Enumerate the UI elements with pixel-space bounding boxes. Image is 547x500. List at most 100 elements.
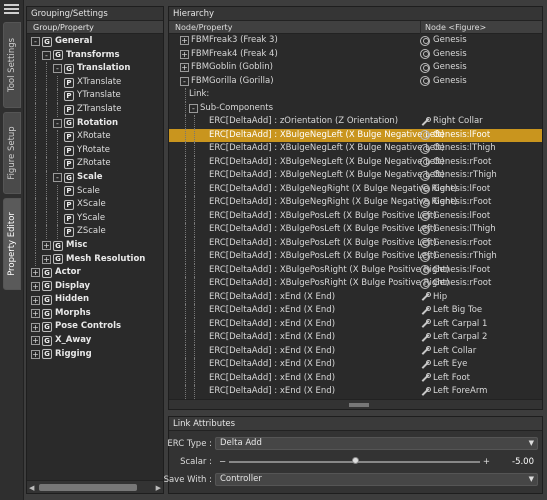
group-property-column-header[interactable]: Group/Property	[27, 21, 163, 34]
hierarchy-row[interactable]: + FBMGoblin (Goblin) Genesis	[169, 61, 542, 75]
bone-icon	[420, 319, 431, 329]
hierarchy-row[interactable]: - Sub-Components	[169, 101, 542, 115]
collapse-icon[interactable]: -	[180, 76, 189, 86]
expand-icon[interactable]: +	[31, 295, 40, 305]
collapse-icon[interactable]: -	[31, 37, 40, 47]
tree-group-item[interactable]: - G General	[27, 35, 163, 49]
hierarchy-row[interactable]: ERC[DeltaAdd] : xEnd (X End) Left Big Toe	[169, 304, 542, 318]
hierarchy-row[interactable]: ERC[DeltaAdd] : xEnd (X End) Left Eye	[169, 358, 542, 372]
tree-group-item[interactable]: + G Pose Controls	[27, 320, 163, 334]
tree-property-item[interactable]: P XRotate	[27, 130, 163, 144]
erc-type-dropdown[interactable]: Delta Add ▼	[215, 437, 538, 450]
tree-property-item[interactable]: P Scale	[27, 184, 163, 199]
hierarchy-row[interactable]: ERC[DeltaAdd] : xEnd (X End) Left Carpal …	[169, 331, 542, 345]
expand-icon[interactable]: +	[42, 241, 51, 251]
expand-icon[interactable]: +	[31, 281, 40, 291]
hierarchy-row[interactable]: ERC[DeltaAdd] : XBulgeNegRight (X Bulge …	[169, 196, 542, 210]
node-property-label: Link:	[189, 89, 210, 99]
panel-menu-icon[interactable]	[4, 4, 19, 16]
expand-icon[interactable]: +	[31, 309, 40, 319]
slider-increment-icon[interactable]: +	[483, 455, 490, 469]
tab-tool-settings[interactable]: Tool Settings	[3, 22, 21, 108]
tree-group-item[interactable]: + G Hidden	[27, 293, 163, 307]
tree-property-item[interactable]: P ZScale	[27, 225, 163, 239]
hierarchy-row[interactable]: ERC[DeltaAdd] : xEnd (X End) Hip	[169, 290, 542, 304]
bone-icon	[420, 116, 431, 127]
tree-group-item[interactable]: - G Rotation	[27, 116, 163, 131]
tree-group-item[interactable]: - G Translation	[27, 62, 163, 76]
hierarchy-row[interactable]: ERC[DeltaAdd] : XBulgePosRight (X Bulge …	[169, 277, 542, 291]
node-figure-column-header[interactable]: Node <Figure>	[420, 21, 544, 34]
splitter-handle[interactable]	[349, 403, 369, 407]
property-icon: P	[64, 186, 74, 197]
tree-property-item[interactable]: P YTranslate	[27, 89, 163, 103]
collapse-icon[interactable]: -	[42, 50, 51, 60]
tree-group-item[interactable]: + G Morphs	[27, 307, 163, 321]
hierarchy-row[interactable]: ERC[DeltaAdd] : xEnd (X End) Left Carpal …	[169, 317, 542, 331]
scroll-right-icon[interactable]: ▶	[156, 484, 161, 492]
scalar-slider[interactable]: − + -5.00	[215, 455, 538, 468]
hierarchy-row[interactable]: ERC[DeltaAdd] : XBulgeNegRight (X Bulge …	[169, 182, 542, 196]
tree-group-item[interactable]: + G X_Away	[27, 334, 163, 348]
tree-group-item[interactable]: + G Rigging	[27, 348, 163, 362]
hierarchy-row[interactable]: - FBMGorilla (Gorilla) Genesis	[169, 75, 542, 89]
tree-group-item[interactable]: + G Misc	[27, 238, 163, 253]
hierarchy-row[interactable]: + FBMFreak3 (Freak 3) Genesis	[169, 34, 542, 48]
hierarchy-row[interactable]: ERC[DeltaAdd] : XBulgePosLeft (X Bulge P…	[169, 236, 542, 250]
tree-group-item[interactable]: - G Scale	[27, 170, 163, 185]
collapse-icon[interactable]: -	[53, 64, 62, 74]
slider-knob[interactable]	[351, 457, 359, 464]
figure-icon	[420, 62, 430, 73]
bone-icon	[420, 386, 431, 397]
hierarchy-splitter[interactable]	[169, 399, 542, 409]
expand-icon[interactable]: +	[31, 336, 40, 346]
expand-icon[interactable]: +	[31, 349, 40, 359]
hierarchy-row[interactable]: ERC[DeltaAdd] : XBulgePosRight (X Bulge …	[169, 263, 542, 277]
tab-figure-setup[interactable]: Figure Setup	[3, 112, 21, 194]
hierarchy-row[interactable]: ERC[DeltaAdd] : XBulgePosLeft (X Bulge P…	[169, 209, 542, 223]
figure-icon	[420, 76, 430, 87]
hierarchy-row[interactable]: ERC[DeltaAdd] : XBulgeNegLeft (X Bulge N…	[169, 169, 542, 183]
tree-group-item[interactable]: + G Actor	[27, 266, 163, 280]
hierarchy-row[interactable]: ERC[DeltaAdd] : xEnd (X End) Left Foot	[169, 371, 542, 385]
collapse-icon[interactable]: -	[189, 103, 198, 113]
expand-icon[interactable]: +	[180, 36, 189, 46]
collapse-icon[interactable]: -	[53, 118, 62, 128]
hierarchy-row[interactable]: ERC[DeltaAdd] : XBulgeNegLeft (X Bulge N…	[169, 142, 542, 156]
node-property-column-header[interactable]: Node/Property	[175, 21, 232, 34]
expand-icon[interactable]: +	[42, 254, 51, 264]
tree-group-item[interactable]: + G Display	[27, 280, 163, 294]
tree-property-item[interactable]: P ZRotate	[27, 157, 163, 171]
hierarchy-row[interactable]: ERC[DeltaAdd] : zOrientation (Z Orientat…	[169, 115, 542, 129]
tree-group-item[interactable]: + G Mesh Resolution	[27, 252, 163, 267]
hierarchy-row[interactable]: ERC[DeltaAdd] : XBulgeNegLeft (X Bulge N…	[169, 128, 542, 142]
hierarchy-rows: + FBMFreak3 (Freak 3) Genesis + FBMFreak4 (F…	[169, 34, 542, 409]
tree-group-item[interactable]: - G Transforms	[27, 48, 163, 63]
tree-property-item[interactable]: P ZTranslate	[27, 102, 163, 117]
collapse-icon[interactable]: -	[53, 173, 62, 183]
expand-icon[interactable]: +	[180, 63, 189, 73]
tab-property-editor[interactable]: Property Editor	[3, 198, 21, 290]
hierarchy-row[interactable]: + FBMFreak4 (Freak 4) Genesis	[169, 48, 542, 62]
tree-property-item[interactable]: P YScale	[27, 211, 163, 226]
hierarchy-row[interactable]: ERC[DeltaAdd] : xEnd (X End) Left Collar	[169, 344, 542, 358]
tree-guide-line	[185, 263, 186, 277]
left-horizontal-scrollbar[interactable]: ◀ ▶	[27, 480, 163, 493]
tree-property-item[interactable]: P XScale	[27, 198, 163, 212]
hierarchy-row[interactable]: ERC[DeltaAdd] : XBulgePosLeft (X Bulge P…	[169, 250, 542, 264]
hierarchy-row[interactable]: ERC[DeltaAdd] : XBulgePosLeft (X Bulge P…	[169, 223, 542, 237]
tree-property-item[interactable]: P XTranslate	[27, 75, 163, 90]
expand-icon[interactable]: +	[31, 322, 40, 332]
expand-icon[interactable]: +	[180, 49, 189, 59]
hierarchy-row[interactable]: ERC[DeltaAdd] : xEnd (X End) Left ForeArm	[169, 385, 542, 399]
tree-property-item[interactable]: P YRotate	[27, 143, 163, 158]
save-with-row: Save With : Controller ▼	[164, 473, 542, 487]
save-with-dropdown[interactable]: Controller ▼	[215, 473, 538, 486]
scroll-left-icon[interactable]: ◀	[29, 484, 34, 492]
expand-icon[interactable]: +	[31, 268, 40, 278]
scrollbar-thumb[interactable]	[39, 484, 137, 491]
hierarchy-row[interactable]: ERC[DeltaAdd] : XBulgeNegLeft (X Bulge N…	[169, 155, 542, 169]
scalar-value[interactable]: -5.00	[512, 455, 534, 469]
slider-decrement-icon[interactable]: −	[219, 455, 226, 469]
hierarchy-row[interactable]: Link:	[169, 88, 542, 102]
